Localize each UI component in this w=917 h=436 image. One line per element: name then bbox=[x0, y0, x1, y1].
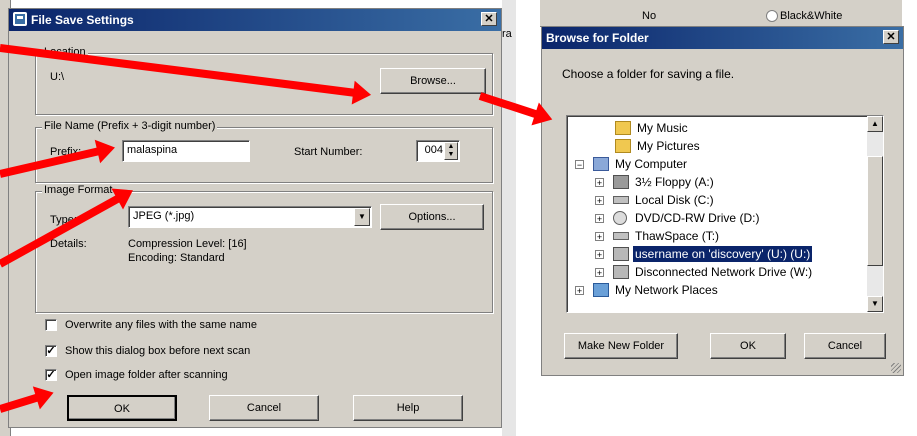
background-app-middle bbox=[502, 0, 516, 436]
expand-icon[interactable]: + bbox=[575, 286, 584, 296]
location-path: U:\ bbox=[50, 71, 65, 83]
compression-level: Compression Level: [16] bbox=[128, 238, 247, 250]
tree-item-label: My Computer bbox=[615, 157, 688, 171]
disk-icon bbox=[613, 196, 629, 204]
expand-icon[interactable]: + bbox=[595, 268, 604, 278]
background-radio-label: Black&White bbox=[780, 10, 843, 22]
cd-drive-icon bbox=[613, 211, 627, 225]
tree-item-label: My Music bbox=[637, 121, 688, 135]
tree-item-label: Disconnected Network Drive (W:) bbox=[635, 265, 813, 279]
encoding: Encoding: Standard bbox=[128, 252, 225, 264]
collapse-icon[interactable]: − bbox=[575, 160, 584, 170]
tree-item-label: 3½ Floppy (A:) bbox=[635, 175, 714, 189]
browse-button[interactable]: Browse... bbox=[380, 68, 486, 94]
expand-icon[interactable]: + bbox=[595, 196, 604, 206]
background-label-left: No bbox=[642, 10, 657, 22]
open-folder-label: Open image folder after scanning bbox=[65, 369, 228, 381]
tree-item-label: My Network Places bbox=[615, 283, 718, 297]
tree-item-label: ThawSpace (T:) bbox=[635, 229, 720, 243]
start-number-stepper[interactable]: ▲ ▼ bbox=[444, 142, 458, 160]
close-icon[interactable]: ✕ bbox=[481, 12, 497, 26]
type-select[interactable]: JPEG (*.jpg) bbox=[128, 206, 372, 228]
overwrite-label: Overwrite any files with the same name bbox=[65, 319, 257, 331]
show-dialog-label: Show this dialog box before next scan bbox=[65, 345, 251, 357]
floppy-icon bbox=[613, 175, 629, 189]
browse-close-icon[interactable]: ✕ bbox=[883, 30, 899, 44]
tree-item-label: My Pictures bbox=[637, 139, 700, 153]
help-button[interactable]: Help bbox=[353, 395, 463, 421]
image-format-group-label: Image Format bbox=[42, 184, 115, 196]
overwrite-checkbox[interactable] bbox=[45, 319, 57, 331]
expand-icon[interactable]: + bbox=[595, 232, 604, 242]
background-radio-icon bbox=[766, 10, 778, 22]
cancel-button[interactable]: Cancel bbox=[209, 395, 319, 421]
show-dialog-checkbox[interactable]: ✓ bbox=[45, 345, 57, 357]
browse-title: Browse for Folder bbox=[546, 31, 649, 45]
background-window-strip: No Black&White bbox=[540, 0, 902, 27]
network-drive-icon bbox=[613, 247, 629, 261]
make-new-folder-button[interactable]: Make New Folder bbox=[564, 333, 678, 359]
app-icon bbox=[13, 12, 27, 26]
background-text-fragment: ra bbox=[502, 28, 512, 40]
tree-scrollbar[interactable]: ▲ ▼ bbox=[867, 116, 883, 312]
pictures-folder-icon bbox=[615, 139, 631, 153]
browse-title-bar[interactable]: Browse for Folder ✕ bbox=[542, 27, 903, 49]
disconnected-drive-icon bbox=[613, 265, 629, 279]
browse-instruction: Choose a folder for saving a file. bbox=[562, 67, 735, 81]
open-folder-checkbox[interactable]: ✓ bbox=[45, 369, 57, 381]
expand-icon[interactable]: + bbox=[595, 214, 604, 224]
scroll-down-icon[interactable]: ▼ bbox=[867, 296, 883, 312]
tree-item-label: DVD/CD-RW Drive (D:) bbox=[635, 211, 760, 225]
expand-icon[interactable]: + bbox=[595, 250, 604, 260]
computer-icon bbox=[593, 157, 609, 171]
browse-for-folder-dialog: Browse for Folder ✕ Choose a folder for … bbox=[541, 26, 904, 376]
ok-button[interactable]: OK bbox=[67, 395, 177, 421]
browse-cancel-button[interactable]: Cancel bbox=[804, 333, 886, 359]
dialog-title: File Save Settings bbox=[31, 13, 134, 27]
music-folder-icon bbox=[615, 121, 631, 135]
browse-ok-button[interactable]: OK bbox=[710, 333, 786, 359]
details-label: Details: bbox=[50, 238, 87, 250]
prefix-input[interactable]: malaspina bbox=[122, 140, 250, 162]
disk-icon bbox=[613, 232, 629, 240]
options-button[interactable]: Options... bbox=[380, 204, 484, 230]
expand-icon[interactable]: + bbox=[595, 178, 604, 188]
file-name-group-label: File Name (Prefix + 3-digit number) bbox=[42, 120, 218, 132]
tree-item-label: Local Disk (C:) bbox=[635, 193, 714, 207]
start-number-label: Start Number: bbox=[294, 146, 363, 158]
scroll-thumb[interactable] bbox=[867, 156, 883, 266]
chevron-down-icon[interactable]: ▼ bbox=[354, 208, 370, 226]
scroll-up-icon[interactable]: ▲ bbox=[867, 116, 883, 132]
dialog-title-bar[interactable]: File Save Settings ✕ bbox=[9, 9, 501, 31]
resize-grip-icon[interactable] bbox=[891, 363, 901, 373]
tree-item-label-selected: username on 'discovery' (U:) (U:) bbox=[631, 245, 814, 263]
folder-tree[interactable]: ▲ ▼ My Music My Pictures − My Computer +… bbox=[566, 115, 884, 313]
network-places-icon bbox=[593, 283, 609, 297]
